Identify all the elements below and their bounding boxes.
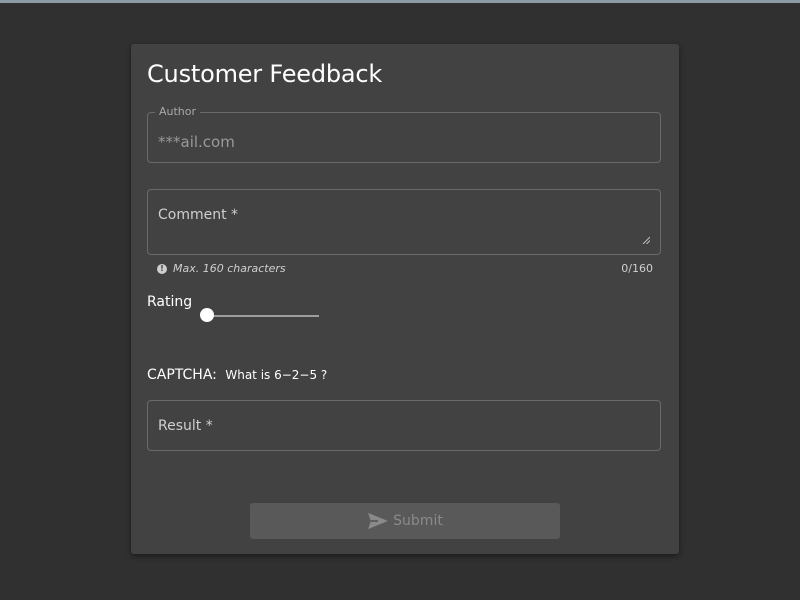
comment-hint-row: ! Max. 160 characters 0/160 bbox=[157, 262, 653, 276]
captcha-label: CAPTCHA: bbox=[147, 367, 217, 383]
submit-label: Submit bbox=[393, 513, 443, 529]
comment-textarea[interactable]: Comment * bbox=[147, 189, 661, 255]
rating-label: Rating bbox=[147, 294, 193, 310]
author-field[interactable]: Author ***ail.com bbox=[147, 105, 661, 163]
rating-slider[interactable] bbox=[200, 308, 320, 322]
resize-grip-icon[interactable] bbox=[642, 236, 650, 244]
form-title: Customer Feedback bbox=[147, 60, 383, 88]
info-icon: ! bbox=[157, 264, 167, 274]
submit-button[interactable]: Submit bbox=[250, 503, 560, 539]
comment-label: Comment * bbox=[158, 207, 239, 223]
captcha-row: CAPTCHA: What is 6−2−5 ? bbox=[147, 367, 327, 383]
top-accent-bar bbox=[0, 0, 800, 3]
slider-thumb[interactable] bbox=[200, 308, 214, 322]
slider-track[interactable] bbox=[207, 315, 319, 317]
result-label: Result * bbox=[158, 418, 213, 434]
character-counter: 0/160 bbox=[621, 262, 653, 275]
result-field[interactable]: Result * bbox=[147, 400, 661, 451]
author-value: ***ail.com bbox=[158, 133, 235, 151]
feedback-form-card: Customer Feedback Author ***ail.com Comm… bbox=[131, 44, 679, 554]
captcha-question: What is 6−2−5 ? bbox=[225, 368, 328, 382]
comment-hint: Max. 160 characters bbox=[173, 262, 286, 275]
author-label: Author bbox=[155, 105, 201, 118]
send-icon bbox=[368, 512, 389, 530]
